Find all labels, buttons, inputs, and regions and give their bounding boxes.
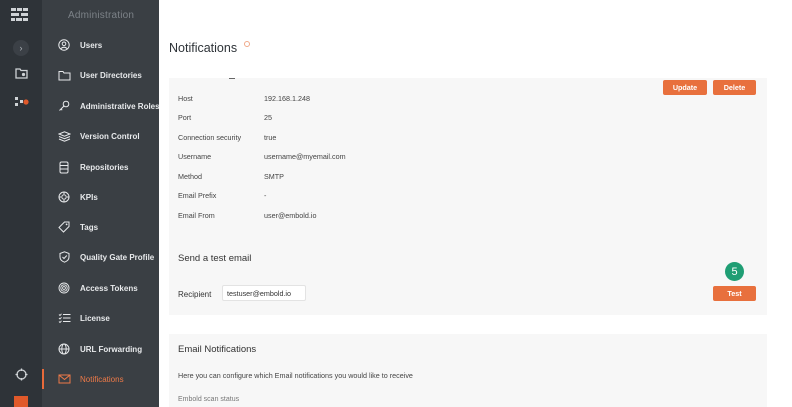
smtp-settings-card: Update Delete Host 192.168.1.248 Port 25… <box>169 78 767 315</box>
sidebar-item-license[interactable]: License <box>42 307 159 329</box>
sidebar-item-label: Quality Gate Profile <box>80 252 155 262</box>
help-icon[interactable] <box>244 41 250 47</box>
test-email-heading: Send a test email <box>178 253 252 264</box>
icon-rail: › <box>0 0 42 407</box>
repository-icon <box>57 160 71 174</box>
field-key: Email From <box>178 211 215 220</box>
sidebar-title: Administration <box>68 10 135 21</box>
settings-icon[interactable] <box>13 366 29 382</box>
sidebar-item-url-forwarding[interactable]: URL Forwarding <box>42 338 159 360</box>
sidebar-item-kpis[interactable]: KPIs <box>42 186 159 208</box>
sidebar-item-label: Notifications <box>80 374 124 384</box>
sidebar-item-label: User Directories <box>80 70 142 80</box>
sidebar-item-label: URL Forwarding <box>80 344 143 354</box>
field-key: Port <box>178 113 192 122</box>
field-value: user@embold.io <box>264 211 317 220</box>
field-key: Host <box>178 94 193 103</box>
tag-icon <box>57 220 71 234</box>
sidebar-item-label: Administrative Roles <box>80 101 159 111</box>
sidebar-item-label: Repositories <box>80 162 129 172</box>
field-key: Email Prefix <box>178 191 217 200</box>
network-alert-icon[interactable] <box>13 94 29 110</box>
shield-icon <box>57 250 71 264</box>
recipient-label: Recipient <box>178 290 212 299</box>
email-notifications-heading: Email Notifications <box>178 344 257 355</box>
sidebar-item-notifications[interactable]: Notifications <box>42 368 159 390</box>
license-icon <box>57 311 71 325</box>
sidebar-item-repositories[interactable]: Repositories <box>42 156 159 178</box>
field-key: Method <box>178 172 202 181</box>
sidebar-item-label: Access Tokens <box>80 283 138 293</box>
folder-settings-icon[interactable] <box>13 65 29 81</box>
field-value: 192.168.1.248 <box>264 94 310 103</box>
sidebar-item-user-directories[interactable]: User Directories <box>42 64 159 86</box>
sidebar-item-quality-gate-profile[interactable]: Quality Gate Profile <box>42 246 159 268</box>
email-notifications-description: Here you can configure which Email notif… <box>178 371 413 380</box>
email-notifications-card: Email Notifications Here you can configu… <box>169 334 767 407</box>
field-value: username@myemail.com <box>264 152 346 161</box>
sidebar-item-users[interactable]: Users <box>42 34 159 56</box>
sidebar-item-tags[interactable]: Tags <box>42 216 159 238</box>
sidebar-item-label: License <box>80 313 110 323</box>
folder-icon <box>57 68 71 82</box>
field-value: - <box>264 191 267 200</box>
kpi-icon <box>57 190 71 204</box>
fingerprint-icon <box>57 281 71 295</box>
sidebar-item-administrative-roles[interactable]: Administrative Roles <box>42 95 159 117</box>
sidebar-item-version-control[interactable]: Version Control <box>42 125 159 147</box>
field-value: SMTP <box>264 172 284 181</box>
step-badge: 5 <box>725 262 744 281</box>
field-key: Username <box>178 152 212 161</box>
version-control-icon <box>57 129 71 143</box>
globe-icon <box>57 342 71 356</box>
sidebar-item-label: Users <box>80 40 103 50</box>
clipped-heading-fragment <box>229 75 235 79</box>
update-button[interactable]: Update <box>663 80 707 95</box>
page-title: Notifications <box>169 41 238 55</box>
rail-indicator <box>14 396 28 407</box>
main-content: Notifications Update Delete Host 192.168… <box>159 0 792 407</box>
sidebar-item-access-tokens[interactable]: Access Tokens <box>42 277 159 299</box>
notification-option-partial[interactable]: Embold scan status <box>178 396 239 403</box>
field-value: 25 <box>264 113 272 122</box>
test-button[interactable]: Test <box>713 286 756 301</box>
app-logo-icon[interactable] <box>11 8 29 22</box>
field-key: Connection security <box>178 133 242 142</box>
mail-icon <box>57 372 71 386</box>
expand-sidebar-icon[interactable]: › <box>13 40 29 56</box>
admin-sidebar: Administration Users User Directories Ad… <box>42 0 159 407</box>
user-icon <box>57 38 71 52</box>
sidebar-item-label: Version Control <box>80 131 140 141</box>
recipient-input[interactable] <box>222 285 306 301</box>
sidebar-item-label: KPIs <box>80 192 98 202</box>
sidebar-item-label: Tags <box>80 222 99 232</box>
field-value: true <box>264 133 277 142</box>
key-icon <box>57 99 71 113</box>
delete-button[interactable]: Delete <box>713 80 756 95</box>
